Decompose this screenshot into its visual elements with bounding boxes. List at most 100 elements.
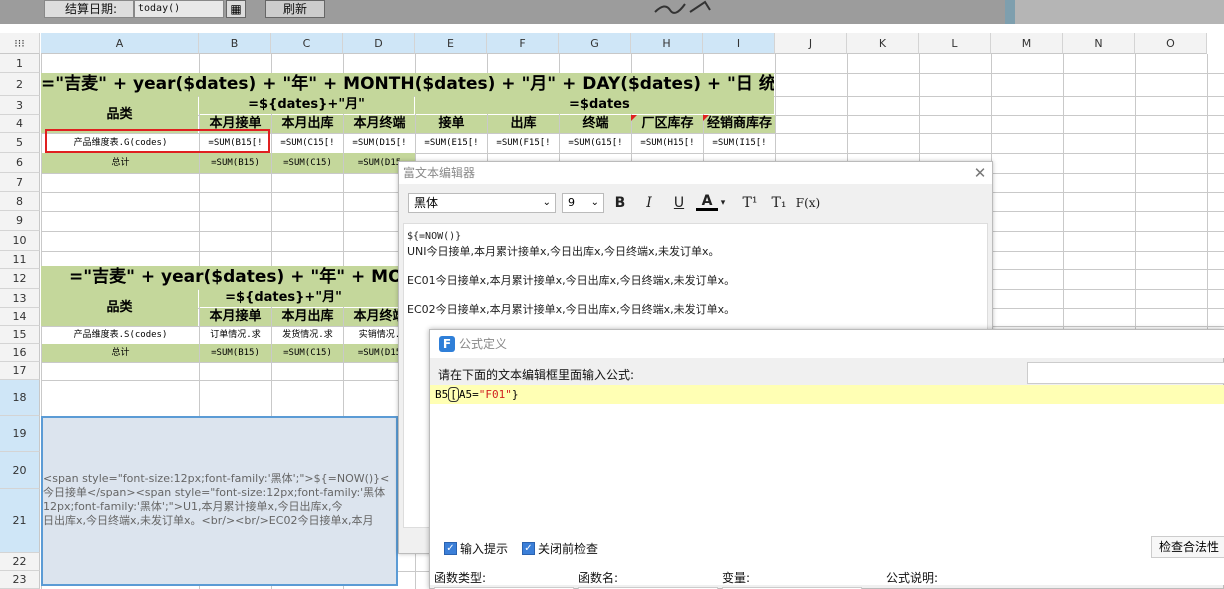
dates-group-header[interactable]: =$dates [415, 96, 774, 114]
row-header[interactable]: 17 [0, 362, 40, 380]
formula-cell[interactable]: =SUM(H15[! [632, 133, 703, 153]
row-header[interactable]: 1 [0, 54, 40, 73]
formula-cell[interactable]: =SUM(D15[! [344, 133, 415, 153]
row-header[interactable]: 16 [0, 344, 40, 362]
column-header[interactable]: M [991, 33, 1063, 54]
total-cell[interactable]: 总计 [42, 344, 199, 362]
column-header[interactable]: F [487, 33, 559, 54]
column-label-cell[interactable]: 接单 [416, 115, 487, 133]
row-header[interactable]: 21 [0, 489, 40, 553]
settlement-date-input[interactable]: today() [134, 0, 224, 18]
font-family-select[interactable]: 黑体 ⌄ [408, 193, 556, 213]
formula-cell[interactable]: 发货情况.求 [272, 326, 343, 344]
input-hint-label: 输入提示 [460, 542, 509, 556]
formula-cell[interactable]: =SUM(F15[! [488, 133, 559, 153]
merged-cell-line: <span style="font-size:12px;font-family:… [43, 472, 390, 485]
row-header[interactable]: 18 [0, 380, 40, 416]
formula-cell[interactable]: 产品维度表.S(codes) [42, 326, 199, 344]
formula-cell[interactable]: =SUM(E15[! [416, 133, 487, 153]
row-header[interactable]: 23 [0, 571, 40, 589]
column-header[interactable]: O [1135, 33, 1207, 54]
bold-button[interactable]: B [609, 193, 631, 213]
column-header[interactable]: J [775, 33, 847, 54]
column-header[interactable]: E [415, 33, 487, 54]
column-label-cell[interactable]: 出库 [488, 115, 559, 133]
row-header[interactable]: 14 [0, 308, 40, 326]
formula-cell[interactable]: 订单情况.求 [200, 326, 271, 344]
close-icon[interactable]: ✕ [971, 164, 989, 182]
check-validity-button[interactable]: 检查合法性 [1151, 536, 1224, 558]
formula-mid: A5= [458, 388, 479, 401]
comment-marker-icon [703, 115, 709, 121]
formula-cell[interactable]: =SUM(G15[! [560, 133, 631, 153]
insert-formula-button[interactable]: F(x) [795, 193, 821, 213]
row-header[interactable]: 4 [0, 115, 40, 133]
font-family-value: 黑体 [414, 196, 439, 210]
total-cell[interactable]: =SUM(C15) [272, 153, 343, 173]
category-header[interactable]: 品类 [41, 96, 198, 133]
column-label-cell[interactable]: 本月终端 [344, 115, 415, 133]
merged-richtext-cell[interactable]: <span style="font-size:12px;font-family:… [41, 416, 398, 586]
column-label-cell[interactable]: 终端 [560, 115, 631, 133]
report-title-cell[interactable]: ="吉麦" + year($dates) + "年" + MONTH($date… [41, 73, 774, 96]
row-header[interactable]: 2 [0, 73, 40, 96]
column-header[interactable]: I [703, 33, 775, 54]
row-header[interactable]: 13 [0, 289, 40, 308]
total-cell[interactable]: =SUM(B15) [200, 344, 271, 362]
check-before-close-checkbox[interactable]: ✓ [522, 542, 535, 555]
column-header[interactable]: H [631, 33, 703, 54]
column-header[interactable]: K [847, 33, 919, 54]
row-header[interactable]: 6 [0, 153, 40, 173]
superscript-button[interactable]: T¹ [737, 193, 763, 213]
formula-cell[interactable]: =SUM(C15[! [272, 133, 343, 153]
row-header[interactable]: 20 [0, 452, 40, 489]
row-header[interactable]: 3 [0, 96, 40, 115]
month-group-header[interactable]: =${dates}+"月" [199, 96, 414, 114]
row-header[interactable]: 12 [0, 269, 40, 289]
input-hint-checkbox[interactable]: ✓ [444, 542, 457, 555]
report-toolbar: 结算日期: today() ▦ 刷新 [0, 0, 1224, 24]
total-cell[interactable]: =SUM(C15) [272, 344, 343, 362]
row-header[interactable]: 7 [0, 173, 40, 192]
formula-definition-dialog[interactable]: 公式定义 F 请在下面的文本编辑框里面输入公式: B5[A5="F01"} ✓ … [429, 329, 1224, 589]
underline-button[interactable]: U [668, 193, 690, 213]
row-header[interactable]: 10 [0, 231, 40, 251]
row-header[interactable]: 22 [0, 553, 40, 571]
column-label-cell[interactable]: 经销商库存 [704, 115, 775, 133]
month-group-header-2[interactable]: =${dates}+"月" [199, 289, 398, 307]
column-header[interactable]: C [271, 33, 343, 54]
select-all-corner[interactable]: ⁝⁝⁝ [0, 33, 40, 54]
row-header[interactable]: 15 [0, 326, 40, 344]
column-header[interactable]: N [1063, 33, 1135, 54]
formula-cell[interactable]: =SUM(I15[! [704, 133, 775, 153]
column-header[interactable]: B [199, 33, 271, 54]
row-header[interactable]: 11 [0, 251, 40, 269]
refresh-button[interactable]: 刷新 [265, 0, 325, 18]
formula-input-line[interactable]: B5[A5="F01"} [430, 385, 1224, 404]
column-label-cell[interactable]: 本月接单 [200, 308, 271, 326]
function-name-label: 函数名: [578, 571, 619, 585]
column-label-cell[interactable]: 本月出库 [272, 308, 343, 326]
row-header[interactable]: 8 [0, 192, 40, 211]
total-cell[interactable]: =SUM(B15) [200, 153, 271, 173]
column-label-cell[interactable]: 本月出库 [272, 115, 343, 133]
category-header-2[interactable]: 品类 [41, 289, 198, 326]
italic-button[interactable]: I [638, 193, 660, 213]
chevron-down-icon[interactable]: ▾ [716, 193, 730, 213]
subscript-button[interactable]: T₁ [766, 193, 792, 213]
column-header[interactable]: A [41, 33, 199, 54]
row-header[interactable]: 19 [0, 416, 40, 452]
column-header[interactable]: L [919, 33, 991, 54]
column-header[interactable]: G [559, 33, 631, 54]
formula-search-input[interactable] [1027, 362, 1224, 384]
report-title-cell-2[interactable]: ="吉麦" + year($dates) + "年" + MONTH( [41, 266, 398, 289]
column-header[interactable]: D [343, 33, 415, 54]
total-cell[interactable]: 总计 [42, 153, 199, 173]
merged-cell-line: 日出库x,今日终端x,未发订单x。<br/><br/>EC02今日接单x,本月 [43, 514, 374, 527]
font-color-button[interactable]: A [696, 193, 718, 211]
font-size-select[interactable]: 9 ⌄ [562, 193, 604, 213]
row-header[interactable]: 9 [0, 211, 40, 231]
column-label-cell[interactable]: 厂区库存 [632, 115, 703, 133]
calendar-icon[interactable]: ▦ [226, 0, 246, 18]
row-header[interactable]: 5 [0, 133, 40, 153]
